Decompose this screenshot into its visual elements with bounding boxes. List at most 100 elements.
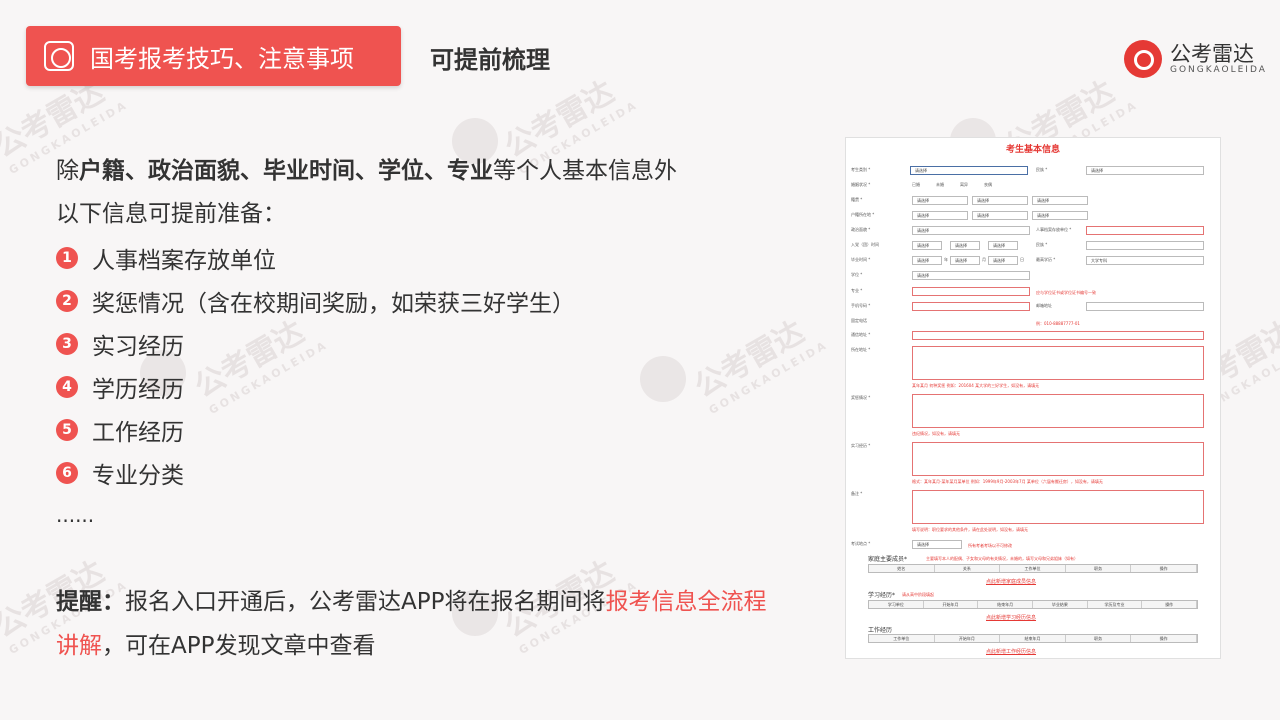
email-input [1086,302,1204,311]
form-label: 户籍所在地 * [851,212,875,217]
ethnicity-select: 请选择 [1086,166,1204,175]
main-content: 除户籍、政治面貌、毕业时间、学位、专业等个人基本信息外 以下信息可提前准备： 1… [56,150,816,537]
native-city-select: 请选择 [972,196,1028,205]
form-label: 实习经历 * [851,443,871,448]
form-label: 政治面貌 * [851,227,871,232]
list-item: 2 奖惩情况（含在校期间奖励，如荣获三好学生） [56,279,816,322]
form-note: 请从高中阶段填起 [902,592,934,597]
native-province-select: 请选择 [912,196,968,205]
marital-option: 未婚 [936,182,944,187]
native-county-select: 请选择 [1032,196,1088,205]
intro-line: 除户籍、政治面貌、毕业时间、学位、专业等个人基本信息外 [56,150,816,193]
unit-label: 日 [1020,257,1024,262]
number-badge: 4 [56,375,78,398]
residence-city-select: 请选择 [972,211,1028,220]
list-item: 3 实习经历 [56,322,816,365]
column-header: 结束年月 [978,601,1034,608]
column-header: 开始年月 [924,601,979,608]
reminder-text: ，可在APP发现文章中查看 [102,633,376,659]
add-study-link: 点此新增学习经历信息 [986,615,1037,621]
address-input [912,331,1204,340]
column-header: 学习单位 [869,601,924,608]
intro-line-2: 以下信息可提前准备： [56,201,286,227]
form-note: 格式：某年某月-某年某月某单位 例如：1999年9月-2003年7月 某单位（六… [912,479,1103,484]
number-badge: 3 [56,332,78,355]
number-badge: 5 [56,418,78,441]
form-label: 手机号码 * [851,303,871,308]
list-item: 4 学历经历 [56,365,816,408]
archive-unit-input [1086,226,1204,235]
page-subtitle: 可提前梳理 [430,46,550,74]
candidate-type-select: 请选择 [910,166,1028,175]
list-item-label: 人事档案存放单位 [92,247,276,274]
list-item-label: 实习经历 [92,333,184,360]
study-table-header: 学习单位 开始年月 结束年月 毕业结果 学历及专业 操作 [868,600,1198,609]
exam-location-select: 请选择 [912,540,962,549]
list-item: 5 工作经历 [56,408,816,451]
registration-form-screenshot: 考生基本信息 考生类别 * 请选择 民族 * 请选择 婚姻状况 * 已婚 未婚 … [845,137,1221,659]
residence-province-select: 请选择 [912,211,968,220]
form-label: 奖惩情况 * [851,395,871,400]
family-heading: 家庭主要成员* [868,556,908,563]
form-label: 籍贯 * [851,197,863,202]
radar-logo-icon [1124,40,1162,78]
form-note: 填写说明：职位要求的其他条件，请在此处说明，如没有，请填无 [912,527,1028,532]
form-label: 学位 * [851,272,863,277]
add-family-link: 点此新增家庭成员信息 [986,579,1037,585]
column-header: 操作 [1142,601,1198,608]
column-header: 操作 [1131,565,1197,572]
study-heading: 学习经历* [868,592,896,599]
column-header: 开始年月 [935,635,1001,642]
brand-pinyin: GONGKAOLEIDA [1170,65,1267,75]
reminder-highlight: 讲解 [56,633,102,659]
form-label: 最高学历 * [1036,257,1056,262]
join-year-select: 请选择 [912,241,942,250]
form-note: 所有考者考场以不可修改 [968,543,1012,548]
residence-county-select: 请选择 [1032,211,1088,220]
form-label: 婚姻状况 * [851,182,871,187]
reminder: 提醒：报名入口开通后，公考雷达APP将在报名期间将报考信息全流程讲解，可在APP… [56,580,816,668]
form-title: 考生基本信息 [1005,145,1060,155]
number-badge: 2 [56,289,78,312]
form-label: 考试地点 * [851,541,871,546]
awards-textarea [912,394,1204,428]
join-day-select: 请选择 [988,241,1018,250]
grad-year-select: 请选择 [912,256,942,265]
remarks-textarea [912,490,1204,524]
form-label: 入党（团）时间 [851,242,879,247]
reminder-highlight: 报考信息全流程 [605,589,767,615]
column-header: 结束年月 [1000,635,1066,642]
grad-month-select: 请选择 [950,256,980,265]
family-table-header: 姓名 关系 工作单位 职务 操作 [868,564,1198,573]
form-note: 违纪情况，如没有，请填无 [912,431,960,436]
marital-option: 丧偶 [984,182,992,187]
reminder-label: 提醒： [56,589,125,615]
marital-option: 已婚 [912,182,920,187]
form-label: 通信地址 * [851,332,871,337]
unit-label: 月 [982,257,986,262]
column-header: 工作单位 [1000,565,1066,572]
intro-prefix: 除 [56,158,79,184]
grad-day-select: 请选择 [988,256,1018,265]
form-label: 毕业时间 * [851,257,871,262]
ethnicity-2-input [1086,241,1204,250]
brand-name: 公考雷达 [1170,42,1254,66]
political-status-select: 请选择 [912,226,1030,235]
column-header: 工作单位 [869,635,935,642]
form-label: 备注 * [851,491,863,496]
work-heading: 工作经历 [868,627,893,634]
form-label: 所在地址 * [851,347,871,352]
form-note: 例：010-88887777-01 [1036,321,1080,326]
ellipsis: ...... [56,503,95,527]
column-header: 毕业结果 [1033,601,1088,608]
internship-textarea [912,442,1204,476]
list-item-label: 工作经历 [92,419,184,446]
intro-bold: 户籍、政治面貌、毕业时间、学位、专业 [79,158,493,184]
degree-select: 请选择 [912,271,1030,280]
number-badge: 6 [56,461,78,484]
column-header: 学历及专业 [1088,601,1143,608]
book-icon [44,41,74,71]
reminder-text: 报名入口开通后，公考雷达APP将在报名期间将 [125,589,606,615]
form-label: 考生类别 * [851,167,871,172]
form-label: 固定电话 [851,318,867,323]
